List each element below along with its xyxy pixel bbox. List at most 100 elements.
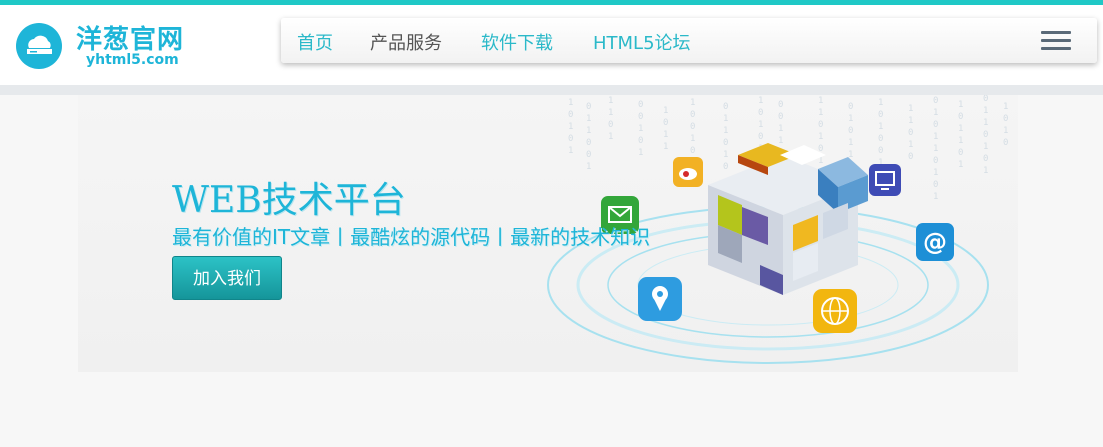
tv-icon xyxy=(869,164,901,196)
svg-text:1: 1 xyxy=(723,114,728,124)
svg-text:1: 1 xyxy=(663,142,668,152)
svg-text:1: 1 xyxy=(878,98,883,108)
svg-text:1: 1 xyxy=(848,114,853,124)
hamburger-menu-icon[interactable] xyxy=(1041,31,1071,51)
svg-text:0: 0 xyxy=(878,110,883,120)
svg-text:1: 1 xyxy=(818,96,823,106)
svg-text:1: 1 xyxy=(933,192,938,202)
svg-text:0: 0 xyxy=(908,152,913,162)
svg-text:1: 1 xyxy=(908,116,913,126)
svg-text:0: 0 xyxy=(638,112,643,122)
svg-text:1: 1 xyxy=(723,126,728,136)
svg-text:1: 1 xyxy=(690,134,695,144)
svg-text:1: 1 xyxy=(933,132,938,142)
svg-text:1: 1 xyxy=(586,162,591,172)
nav-item-download[interactable]: 软件下载 xyxy=(481,29,553,55)
logo-text: 洋葱官网 xyxy=(76,25,185,55)
site-header: 洋葱官网 yhtml5.com 首页 产品服务 软件下载 HTML5论坛 xyxy=(0,5,1103,85)
globe-icon xyxy=(813,289,857,333)
svg-text:1: 1 xyxy=(933,108,938,118)
svg-text:0: 0 xyxy=(983,130,988,140)
svg-text:1: 1 xyxy=(608,132,613,142)
svg-text:1: 1 xyxy=(983,118,988,128)
banner-title: WEB技术平台 xyxy=(172,180,406,221)
svg-text:1: 1 xyxy=(690,98,695,108)
svg-text:1: 1 xyxy=(1003,102,1008,112)
rubiks-cube-illustration xyxy=(708,143,868,295)
svg-text:0: 0 xyxy=(586,138,591,148)
svg-text:1: 1 xyxy=(568,98,573,108)
svg-text:1: 1 xyxy=(878,122,883,132)
svg-text:0: 0 xyxy=(933,156,938,166)
main-navigation: 首页 产品服务 软件下载 HTML5论坛 xyxy=(281,18,1097,63)
svg-text:1: 1 xyxy=(983,106,988,116)
svg-text:0: 0 xyxy=(586,102,591,112)
svg-text:1: 1 xyxy=(586,126,591,136)
logo-domain: yhtml5.com xyxy=(86,52,179,68)
svg-text:0: 0 xyxy=(958,148,963,158)
site-logo[interactable]: 洋葱官网 yhtml5.com xyxy=(16,19,216,75)
svg-text:1: 1 xyxy=(818,132,823,142)
svg-text:1: 1 xyxy=(758,96,763,106)
svg-text:1: 1 xyxy=(958,100,963,110)
svg-text:0: 0 xyxy=(983,154,988,164)
svg-text:0: 0 xyxy=(1003,114,1008,124)
svg-text:1: 1 xyxy=(933,144,938,154)
svg-text:1: 1 xyxy=(638,124,643,134)
nav-item-forum[interactable]: HTML5论坛 xyxy=(593,29,691,55)
svg-text:0: 0 xyxy=(568,110,573,120)
svg-text:0: 0 xyxy=(1003,138,1008,148)
svg-text:1: 1 xyxy=(568,122,573,132)
svg-text:0: 0 xyxy=(983,95,988,104)
svg-text:1: 1 xyxy=(958,136,963,146)
svg-text:0: 0 xyxy=(933,120,938,130)
svg-text:0: 0 xyxy=(848,126,853,136)
svg-text:1: 1 xyxy=(778,124,783,134)
svg-text:0: 0 xyxy=(758,108,763,118)
svg-text:1: 1 xyxy=(663,130,668,140)
svg-text:0: 0 xyxy=(933,180,938,190)
svg-text:1: 1 xyxy=(638,148,643,158)
svg-text:0: 0 xyxy=(690,122,695,132)
svg-text:0: 0 xyxy=(690,110,695,120)
svg-text:1: 1 xyxy=(818,108,823,118)
svg-text:0: 0 xyxy=(638,136,643,146)
banner-subtitle: 最有价值的IT文章丨最酷炫的源代码丨最新的技术知识 xyxy=(172,225,651,249)
svg-text:1: 1 xyxy=(958,160,963,170)
svg-text:0: 0 xyxy=(723,138,728,148)
hero-banner: 1 0 1 0 1 0 1 1 0 0 1 1 1 0 1 0 0 1 0 1 1 0 1 1 1 0 0 1 0 0 1 1 0 1… xyxy=(78,95,1018,372)
svg-text:0: 0 xyxy=(723,102,728,112)
svg-text:1: 1 xyxy=(586,114,591,124)
location-pin-icon xyxy=(638,277,682,321)
join-us-button[interactable]: 加入我们 xyxy=(172,256,282,300)
svg-text:1: 1 xyxy=(778,136,783,146)
nav-item-home[interactable]: 首页 xyxy=(297,29,333,55)
svg-text:0: 0 xyxy=(908,128,913,138)
svg-text:1: 1 xyxy=(568,146,573,156)
svg-text:1: 1 xyxy=(758,120,763,130)
svg-text:0: 0 xyxy=(608,120,613,130)
svg-text:0: 0 xyxy=(778,112,783,122)
svg-text:1: 1 xyxy=(933,168,938,178)
svg-text:1: 1 xyxy=(983,166,988,176)
svg-text:1: 1 xyxy=(908,140,913,150)
svg-text:0: 0 xyxy=(758,132,763,142)
weibo-icon xyxy=(673,157,703,187)
svg-text:1: 1 xyxy=(663,106,668,116)
svg-text:0: 0 xyxy=(958,112,963,122)
svg-text:1: 1 xyxy=(958,124,963,134)
svg-text:0: 0 xyxy=(848,102,853,112)
svg-text:0: 0 xyxy=(568,134,573,144)
svg-text:1: 1 xyxy=(908,104,913,114)
svg-text:0: 0 xyxy=(878,134,883,144)
nav-item-products[interactable]: 产品服务 xyxy=(370,29,442,55)
svg-text:0: 0 xyxy=(638,100,643,110)
svg-text:0: 0 xyxy=(933,96,938,106)
svg-text:1: 1 xyxy=(983,142,988,152)
at-sign-icon: @ xyxy=(916,223,954,261)
svg-text:1: 1 xyxy=(723,150,728,160)
svg-text:0: 0 xyxy=(878,146,883,156)
svg-text:0: 0 xyxy=(723,162,728,172)
svg-text:0: 0 xyxy=(586,150,591,160)
svg-text:@: @ xyxy=(923,228,947,256)
